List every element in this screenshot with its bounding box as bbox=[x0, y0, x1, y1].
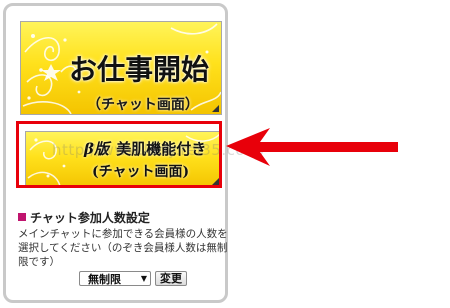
chat-start-panel: お仕事開始 （チャット画面） β版 美肌機能付き (チャット画面) チャット参加… bbox=[3, 3, 228, 303]
change-button[interactable]: 変更 bbox=[155, 271, 187, 286]
corner-triangle-icon bbox=[212, 105, 219, 112]
start-work-subtitle: （チャット画面） bbox=[87, 97, 199, 113]
beta-banner-subtitle: (チャット画面) bbox=[92, 164, 190, 180]
chat-settings-controls: 無制限 ▼ 変更 bbox=[79, 271, 187, 286]
chat-settings-heading: チャット参加人数設定 bbox=[18, 209, 150, 226]
screenshot: お仕事開始 （チャット画面） β版 美肌機能付き (チャット画面) チャット参加… bbox=[0, 0, 450, 308]
participant-limit-value: 無制限 bbox=[88, 272, 121, 286]
corner-triangle-icon bbox=[212, 178, 219, 185]
beta-banner-title: β版 美肌機能付き bbox=[84, 138, 206, 159]
chat-settings-description: メインチャットに参加できる会員様の人数を選択してください（のぞき会員様人数は無制… bbox=[18, 228, 228, 268]
beta-feature-label: 美肌機能付き bbox=[116, 140, 207, 158]
beta-mark: β版 bbox=[84, 140, 109, 158]
start-work-title: お仕事開始 bbox=[69, 53, 210, 86]
beta-beauty-chat-button[interactable]: β版 美肌機能付き (チャット画面) bbox=[25, 131, 222, 188]
pointer-arrow-icon bbox=[226, 128, 398, 166]
chat-settings-heading-text: チャット参加人数設定 bbox=[30, 211, 150, 225]
participant-limit-select[interactable]: 無制限 ▼ bbox=[79, 271, 151, 286]
dropdown-arrow-icon: ▼ bbox=[140, 274, 147, 283]
start-work-button[interactable]: お仕事開始 （チャット画面） bbox=[20, 21, 222, 115]
heading-square-icon bbox=[18, 213, 26, 221]
